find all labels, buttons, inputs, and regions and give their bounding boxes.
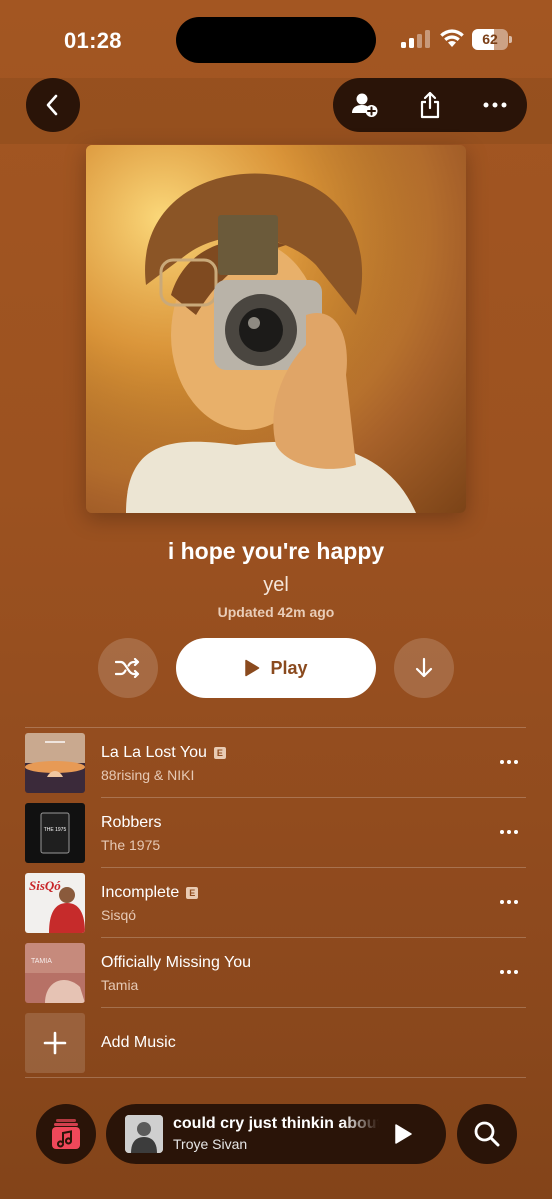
more-icon [483,102,507,108]
play-icon [395,1124,412,1144]
status-bar: 01:28 62 [0,0,552,80]
more-button[interactable] [463,78,527,132]
signal-icon [401,30,430,48]
track-artist: The 1975 [101,837,161,853]
play-icon [245,659,260,677]
track-artist: Tamia [101,977,139,993]
explicit-badge: E [213,747,226,759]
search-icon [474,1121,500,1147]
track-row[interactable]: SisQó Incomplete E Sisqó [25,868,526,938]
track-artwork [25,733,85,793]
wifi-icon [440,29,464,47]
track-title: La La Lost You [101,744,207,761]
album-art-text: SisQó [29,878,61,893]
playlist-actions [333,78,527,132]
now-playing-artist: Troye Sivan [173,1136,248,1152]
download-button[interactable] [394,638,454,698]
shuffle-icon [115,658,140,678]
track-more-button[interactable] [498,753,520,773]
track-artwork: SisQó [25,873,85,933]
add-collaborator-icon [352,93,378,117]
more-icon [500,900,518,904]
track-row[interactable]: La La Lost You E 88rising & NIKI [25,728,526,798]
add-music-button[interactable] [25,1013,85,1073]
nav-bar [0,78,552,144]
battery-icon: 62 [472,29,512,50]
add-collaborator-button[interactable] [333,78,397,132]
add-music-row[interactable]: Add Music [25,1008,526,1078]
plus-icon [43,1031,67,1055]
track-more-button[interactable] [498,963,520,983]
music-library-icon [52,1119,80,1149]
more-icon [500,760,518,764]
track-title-line: Officially Missing You [101,954,251,972]
track-row[interactable]: TAMIA Officially Missing You Tamia [25,938,526,1008]
search-button[interactable] [457,1104,517,1164]
share-button[interactable] [398,78,462,132]
track-artist: 88rising & NIKI [101,767,195,783]
track-title: Robbers [101,814,162,831]
mini-player[interactable]: could cry just thinkin about you Troye S… [106,1104,446,1164]
more-icon [500,830,518,834]
track-row[interactable]: THE 1975 Robbers The 1975 [25,798,526,868]
track-title: Incomplete [101,884,180,901]
playlist-title: i hope you're happy [167,538,385,564]
play-label: Play [270,657,308,678]
track-title-line: Robbers [101,814,161,832]
album-art-text: TAMIA [31,958,52,965]
playlist-artwork [86,145,466,513]
shuffle-button[interactable] [98,638,158,698]
explicit-badge: E [186,887,199,899]
download-icon [415,657,433,678]
more-icon [500,970,518,974]
music-library-button[interactable] [36,1104,96,1164]
now-playing-artwork [125,1115,163,1153]
track-artwork: THE 1975 [25,803,85,863]
album-art-text: THE 1975 [44,827,67,833]
battery-level-text: 62 [482,31,498,47]
share-icon [420,91,440,119]
track-list: La La Lost You E 88rising & NIKI THE 197… [25,727,526,1078]
play-button[interactable]: Play [176,638,376,698]
track-title: Officially Missing You [101,954,251,971]
now-playing-title: could cry just thinkin about you [173,1115,379,1132]
chevron-left-icon [46,94,58,116]
track-artwork: TAMIA [25,943,85,1003]
mini-play-button[interactable] [388,1119,418,1149]
track-artist: Sisqó [101,907,137,923]
back-button[interactable] [26,78,80,132]
track-more-button[interactable] [498,823,520,843]
track-title-line: La La Lost You E [101,744,226,762]
track-more-button[interactable] [498,893,520,913]
track-title-line: Incomplete E [101,884,199,902]
status-time: 01:28 [64,28,122,53]
add-music-label: Add Music [101,1034,176,1051]
playlist-owner[interactable]: yel [0,574,552,597]
playlist-updated: Updated 42m ago [217,604,335,620]
dynamic-island [176,17,376,63]
